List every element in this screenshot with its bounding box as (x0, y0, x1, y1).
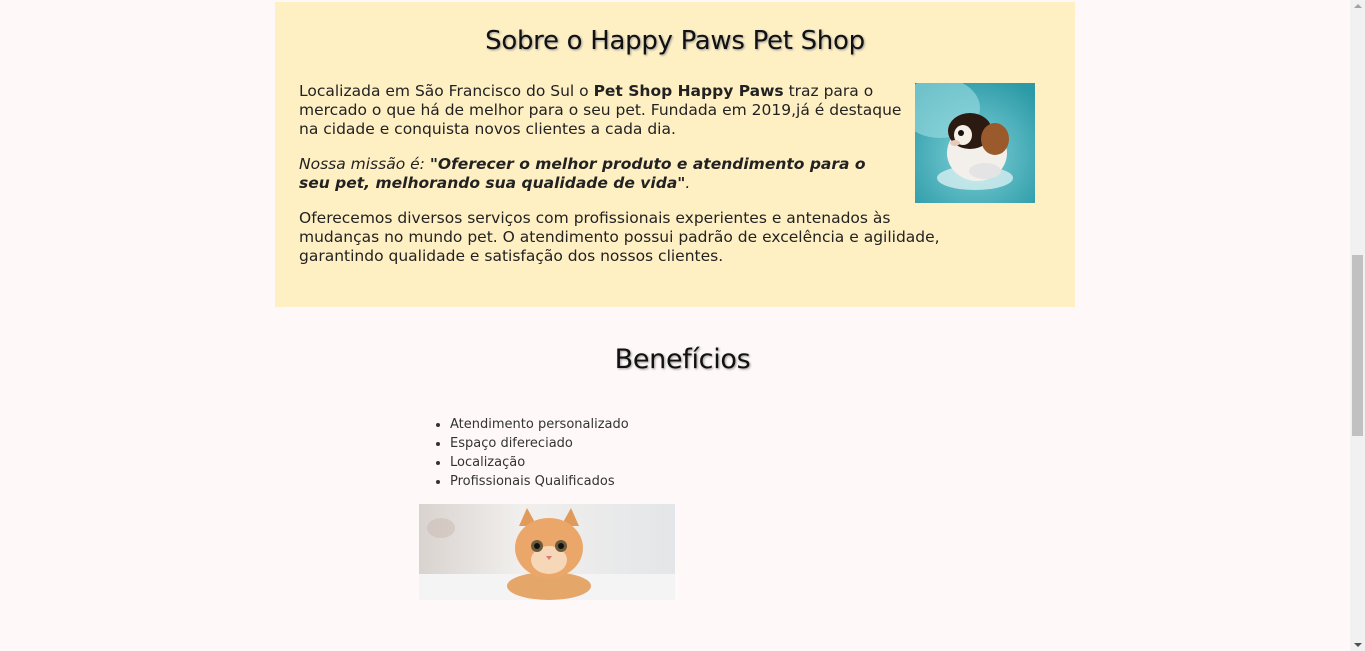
about-intro-paragraph: Localizada em São Francisco do Sul o Pet… (299, 82, 911, 139)
benefit-item: Profissionais Qualificados (450, 472, 629, 491)
mission-end: . (685, 174, 691, 192)
page: Sobre o Happy Paws Pet Shop Localizada e… (0, 0, 1350, 651)
shop-name: Pet Shop Happy Paws (593, 82, 784, 100)
benefits-list: Atendimento personalizado Espaço diferec… (418, 415, 629, 491)
scroll-down-arrow-icon[interactable] (1354, 643, 1362, 647)
kitten-image (419, 504, 675, 600)
scroll-up-arrow-icon[interactable] (1354, 4, 1362, 8)
services-paragraph: Oferecemos diversos serviços com profiss… (299, 209, 940, 265)
about-intro-text: Localizada em São Francisco do Sul o (299, 82, 594, 100)
scrollbar-thumb[interactable] (1352, 255, 1363, 436)
benefit-item: Atendimento personalizado (450, 415, 629, 434)
guinea-pig-image (915, 83, 1035, 203)
about-section: Sobre o Happy Paws Pet Shop Localizada e… (275, 2, 1075, 307)
about-title: Sobre o Happy Paws Pet Shop (485, 26, 865, 56)
benefits-title: Benefícios (614, 344, 751, 375)
benefit-item: Localização (450, 453, 629, 472)
vertical-scrollbar[interactable] (1350, 0, 1365, 651)
about-text: Localizada em São Francisco do Sul o Pet… (299, 82, 969, 282)
mission-paragraph: Nossa missão é: "Oferecer o melhor produ… (299, 155, 899, 193)
benefit-item: Espaço difereciado (450, 434, 629, 453)
mission-label: Nossa missão é: (299, 155, 430, 173)
